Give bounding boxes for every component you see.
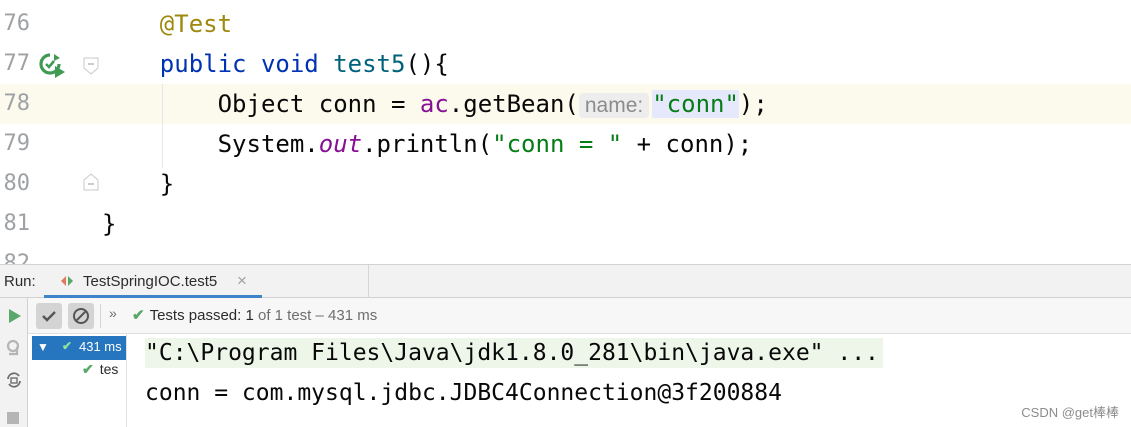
tree-row-test[interactable]: ✔ tes [82,361,118,385]
code-token: ac [419,90,449,118]
code-editor[interactable]: 76 @Test 77 public void test5(){78 Object… [0,0,1131,264]
tree-row-root[interactable]: ▼ ✔ 431 ms [32,336,126,360]
code-token: out [318,130,363,158]
console-output-line: conn = com.mysql.jdbc.JDBC4Connection@3f… [145,380,782,406]
run-tab-testspringioc[interactable]: TestSpringIOC.test5 × [44,265,262,298]
close-icon[interactable]: × [237,271,247,291]
code-token: void [260,50,319,78]
check-icon [42,311,56,322]
code-line[interactable]: 78 Object conn = ac.getBean(name: "conn")… [0,84,1131,124]
code-text: @Test [102,9,232,39]
code-token: System. [102,130,319,158]
parameter-hint: name: [578,93,650,118]
line-number: 77 [3,51,31,76]
rerun-failed-icon[interactable] [4,338,24,358]
code-line[interactable]: 80 } [0,164,1131,204]
line-number: 80 [3,171,31,196]
show-passed-button[interactable] [36,303,62,329]
status-prefix: Tests passed: [149,307,242,324]
indent-guide [162,84,163,168]
line-number: 79 [3,131,31,156]
status-count: 1 [245,307,254,324]
ignored-icon [73,308,89,324]
tree-root-label: 431 ms [79,339,122,354]
test-status: ✔ Tests passed: 1 of 1 test – 431 ms [132,306,377,324]
tree-test-label: tes [99,361,119,377]
code-text: public void test5(){ [102,49,449,79]
status-rest: of 1 test – 431 ms [257,307,378,324]
code-token: @Test [159,10,233,38]
code-token: } [102,170,175,198]
junit-icon [61,276,73,286]
code-line[interactable]: 77 public void test5(){ [0,44,1131,84]
run-tab-title: TestSpringIOC.test5 [83,273,218,290]
code-token: } [102,210,117,238]
code-line[interactable]: 76 @Test [0,4,1131,44]
toolbar-divider [100,304,101,328]
run-label: Run: [4,273,36,290]
code-token: public [159,50,247,78]
code-token: .println( [362,130,493,158]
more-actions-chevron-icon[interactable]: » [109,305,117,321]
run-test-passed-icon[interactable] [38,52,66,80]
test-results-toolbar: » ✔ Tests passed: 1 of 1 test – 431 ms [28,298,1131,334]
run-tool-window-header: Run: TestSpringIOC.test5 × [0,264,1131,298]
watermark: CSDN @get棒棒 [1021,405,1119,420]
line-number: 76 [3,11,31,36]
code-text: Object conn = ac.getBean(name: "conn"); [102,89,768,121]
console-output[interactable]: "C:\Program Files\Java\jdk1.8.0_281\bin\… [127,334,1131,427]
test-tree[interactable]: ▼ ✔ 431 ms ✔ tes [28,334,127,427]
code-token: "conn" [652,90,739,118]
check-icon: ✔ [82,361,94,377]
code-line[interactable]: 81} [0,204,1131,244]
code-text: } [102,169,174,199]
code-line[interactable]: 79 System.out.println("conn = " + conn); [0,124,1131,164]
code-token: Object conn = [102,90,420,118]
code-token: + conn); [622,130,753,158]
fold-end-icon[interactable] [83,173,99,191]
line-number: 82 [3,251,31,264]
console-command-line: "C:\Program Files\Java\jdk1.8.0_281\bin\… [145,338,883,368]
fold-collapse-icon[interactable] [83,57,99,75]
show-ignored-button[interactable] [68,303,94,329]
code-token: ); [738,90,768,118]
code-token: "conn = " [492,130,623,158]
toggle-auto-test-icon[interactable] [4,370,24,390]
code-token: test5 [333,50,406,78]
code-line[interactable]: 82 [0,244,1131,264]
code-token: .getBean( [448,90,579,118]
chevron-down-icon[interactable]: ▼ [37,340,49,354]
line-number: 78 [3,91,31,116]
header-divider [368,265,369,298]
play-icon[interactable] [4,306,24,326]
code-text: System.out.println("conn = " + conn); [102,129,753,159]
code-text: } [102,209,116,239]
run-side-toolbar [0,298,28,427]
code-token: (){ [405,50,449,78]
line-number: 81 [3,211,31,236]
check-icon: ✔ [132,307,145,324]
stop-icon[interactable] [4,406,24,426]
check-icon: ✔ [62,339,73,353]
